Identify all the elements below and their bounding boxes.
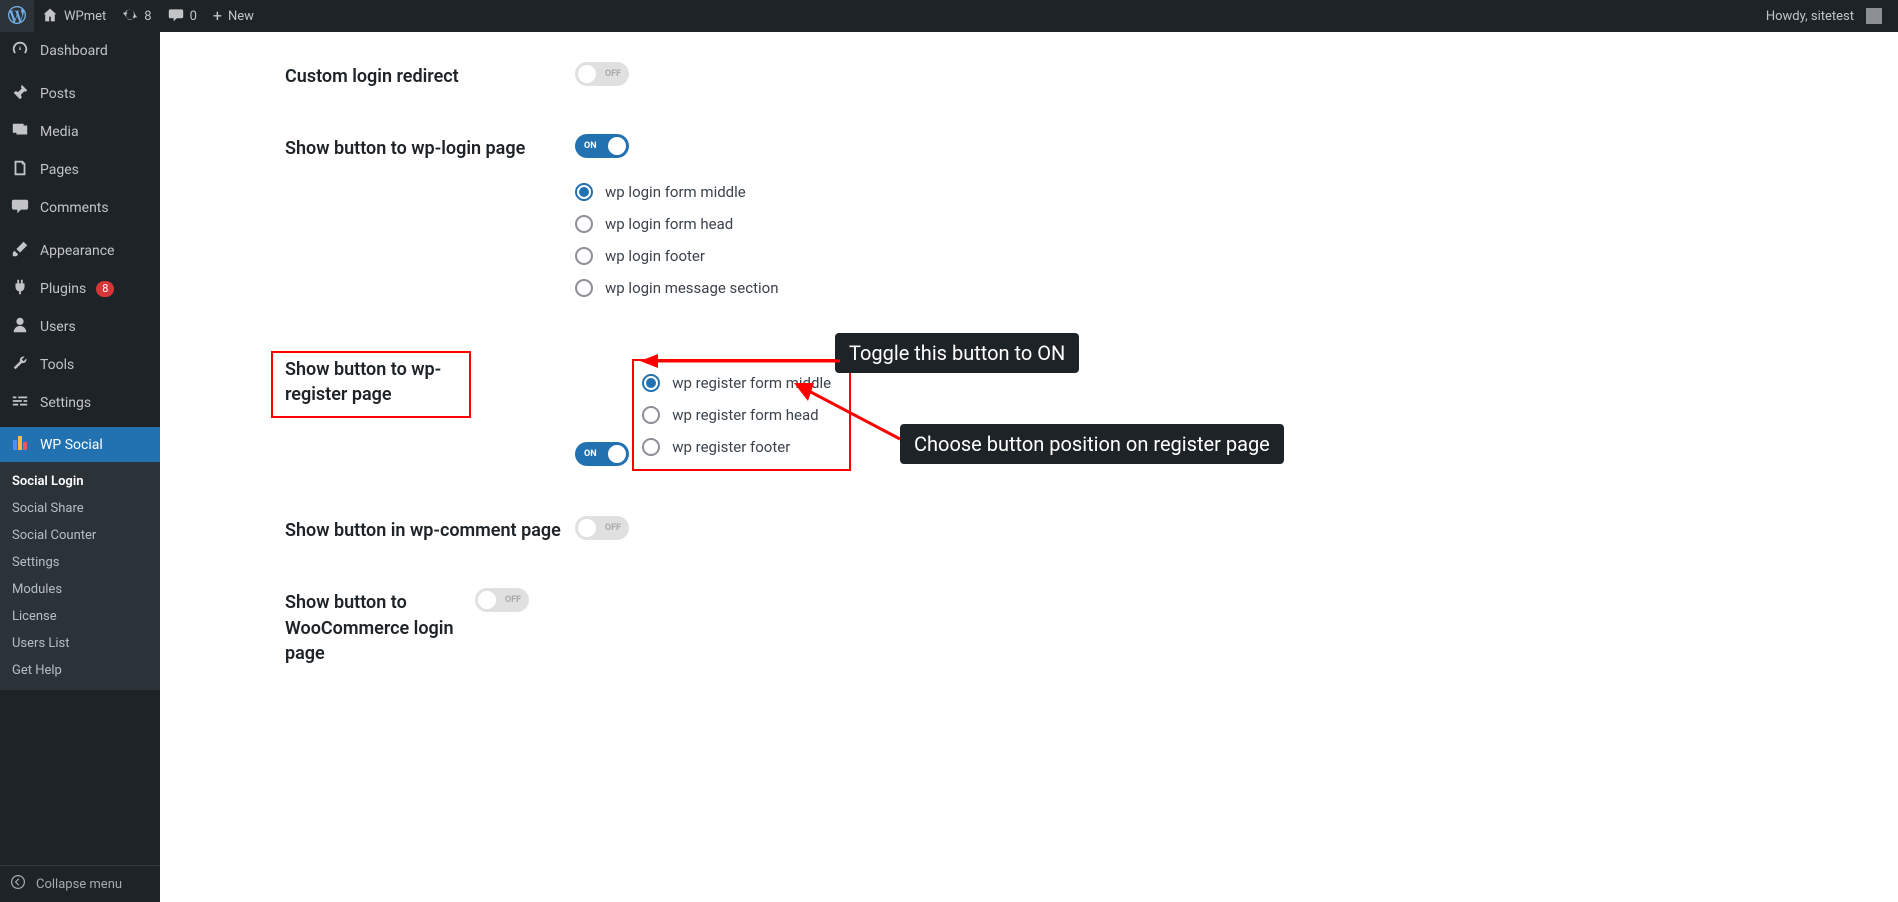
user-icon xyxy=(10,316,30,338)
home-icon xyxy=(42,7,58,26)
label-wp-login: Show button to wp-login page xyxy=(285,134,575,161)
setting-wp-register: Show button to wp-register page ON wp re… xyxy=(285,349,1620,471)
toggle-knob xyxy=(578,519,596,537)
radio-icon xyxy=(575,215,593,233)
menu-tools[interactable]: Tools xyxy=(0,346,160,384)
comment-icon xyxy=(168,7,184,26)
submenu-get-help[interactable]: Get Help xyxy=(0,657,160,684)
arrow-icon xyxy=(790,377,910,447)
comments-link[interactable]: 0 xyxy=(160,0,205,32)
slider-icon xyxy=(10,392,30,414)
menu-comments[interactable]: Comments xyxy=(0,189,160,227)
radio-wp-login-head[interactable]: wp login form head xyxy=(575,208,1620,240)
radio-icon xyxy=(642,438,660,456)
callout-position: Choose button position on register page xyxy=(900,424,1284,464)
wrench-icon xyxy=(10,354,30,376)
radio-wp-login-middle[interactable]: wp login form middle xyxy=(575,176,1620,208)
collapse-menu[interactable]: Collapse menu xyxy=(0,865,160,902)
setting-wp-comment: Show button in wp-comment page OFF xyxy=(285,516,1620,543)
howdy-text: Howdy, sitetest xyxy=(1766,9,1854,24)
radio-icon xyxy=(575,247,593,265)
toggle-wp-login[interactable]: ON xyxy=(575,134,629,158)
dashboard-icon xyxy=(10,40,30,62)
page-icon xyxy=(10,159,30,181)
menu-media[interactable]: Media xyxy=(0,113,160,151)
label-wp-comment: Show button in wp-comment page xyxy=(285,516,575,543)
toggle-knob xyxy=(578,65,596,83)
toggle-knob xyxy=(478,591,496,609)
menu-pages[interactable]: Pages xyxy=(0,151,160,189)
radio-wp-login-message[interactable]: wp login message section xyxy=(575,272,1620,304)
menu-settings[interactable]: Settings xyxy=(0,384,160,422)
toggle-wp-register[interactable]: ON xyxy=(575,442,629,466)
menu-plugins[interactable]: Plugins 8 xyxy=(0,270,160,308)
menu-wp-social[interactable]: WP Social xyxy=(0,427,160,462)
updates-link[interactable]: 8 xyxy=(114,0,159,32)
toggle-wp-comment[interactable]: OFF xyxy=(575,516,629,540)
wp-logo[interactable] xyxy=(0,0,34,32)
wordpress-icon xyxy=(8,6,26,27)
comment-icon xyxy=(10,197,30,219)
updates-count: 8 xyxy=(144,9,151,24)
toggle-knob xyxy=(608,137,626,155)
new-content-link[interactable]: + New xyxy=(205,0,262,32)
highlight-box-label: Show button to wp-register page xyxy=(271,351,471,417)
setting-custom-login-redirect: Custom login redirect OFF xyxy=(285,62,1620,89)
menu-users[interactable]: Users xyxy=(0,308,160,346)
main-content: Custom login redirect OFF Show button to… xyxy=(160,0,1898,902)
menu-posts[interactable]: Posts xyxy=(0,75,160,113)
new-label: New xyxy=(228,9,254,24)
toggle-woocommerce[interactable]: OFF xyxy=(475,588,529,612)
setting-wp-login: Show button to wp-login page ON wp login… xyxy=(285,134,1620,304)
radio-wp-login-footer[interactable]: wp login footer xyxy=(575,240,1620,272)
radio-icon xyxy=(575,279,593,297)
pin-icon xyxy=(10,83,30,105)
collapse-icon xyxy=(10,874,26,894)
toggle-custom-login-redirect[interactable]: OFF xyxy=(575,62,629,86)
plugin-icon xyxy=(10,278,30,300)
radio-icon xyxy=(575,183,593,201)
label-woocommerce: Show button to WooCommerce login page xyxy=(285,588,475,666)
brush-icon xyxy=(10,240,30,262)
submenu-social-share[interactable]: Social Share xyxy=(0,495,160,522)
admin-menu: Dashboard Posts Media Pages Comments App… xyxy=(0,32,160,902)
arrow-icon xyxy=(640,351,840,371)
label-wp-register: Show button to wp-register page xyxy=(285,359,441,405)
menu-appearance[interactable]: Appearance xyxy=(0,232,160,270)
wp-social-submenu: Social Login Social Share Social Counter… xyxy=(0,462,160,690)
radio-icon xyxy=(642,374,660,392)
radio-icon xyxy=(642,406,660,424)
wpsocial-icon xyxy=(10,435,30,454)
radio-group-wp-login: wp login form middle wp login form head … xyxy=(575,176,1620,304)
site-name-link[interactable]: WPmet xyxy=(34,0,114,32)
menu-dashboard[interactable]: Dashboard xyxy=(0,32,160,70)
label-custom-login-redirect: Custom login redirect xyxy=(285,62,575,89)
toggle-knob xyxy=(608,445,626,463)
my-account-link[interactable]: Howdy, sitetest xyxy=(1758,0,1890,32)
media-icon xyxy=(10,121,30,143)
site-name-text: WPmet xyxy=(64,9,106,24)
submenu-modules[interactable]: Modules xyxy=(0,576,160,603)
submenu-settings[interactable]: Settings xyxy=(0,549,160,576)
callout-toggle: Toggle this button to ON xyxy=(835,333,1079,373)
submenu-social-login[interactable]: Social Login xyxy=(0,468,160,495)
admin-bar: WPmet 8 0 + New Howdy, sitetest xyxy=(0,0,1898,32)
submenu-social-counter[interactable]: Social Counter xyxy=(0,522,160,549)
update-icon xyxy=(122,7,138,26)
submenu-users-list[interactable]: Users List xyxy=(0,630,160,657)
plugin-badge: 8 xyxy=(96,281,114,297)
avatar xyxy=(1866,8,1882,24)
plus-icon: + xyxy=(213,8,222,24)
comments-count: 0 xyxy=(190,9,197,24)
submenu-license[interactable]: License xyxy=(0,603,160,630)
setting-woocommerce: Show button to WooCommerce login page OF… xyxy=(285,588,1620,666)
